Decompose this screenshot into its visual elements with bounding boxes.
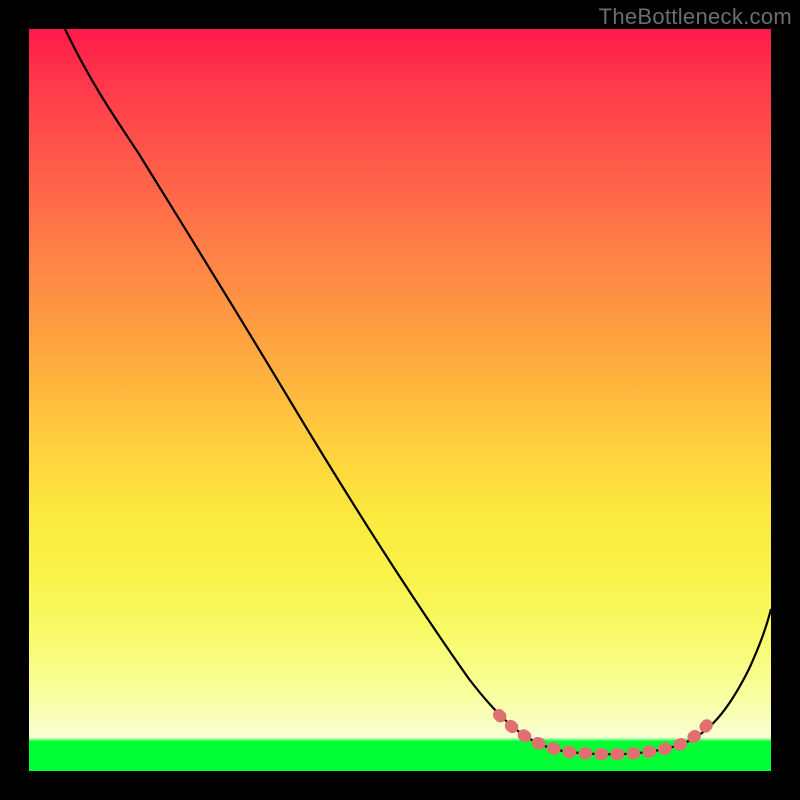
bottleneck-curve [29,29,771,771]
curve-main [65,29,771,754]
sweet-spot-highlight [499,715,714,754]
chart-plot-area [29,29,771,771]
watermark-text: TheBottleneck.com [599,4,792,30]
